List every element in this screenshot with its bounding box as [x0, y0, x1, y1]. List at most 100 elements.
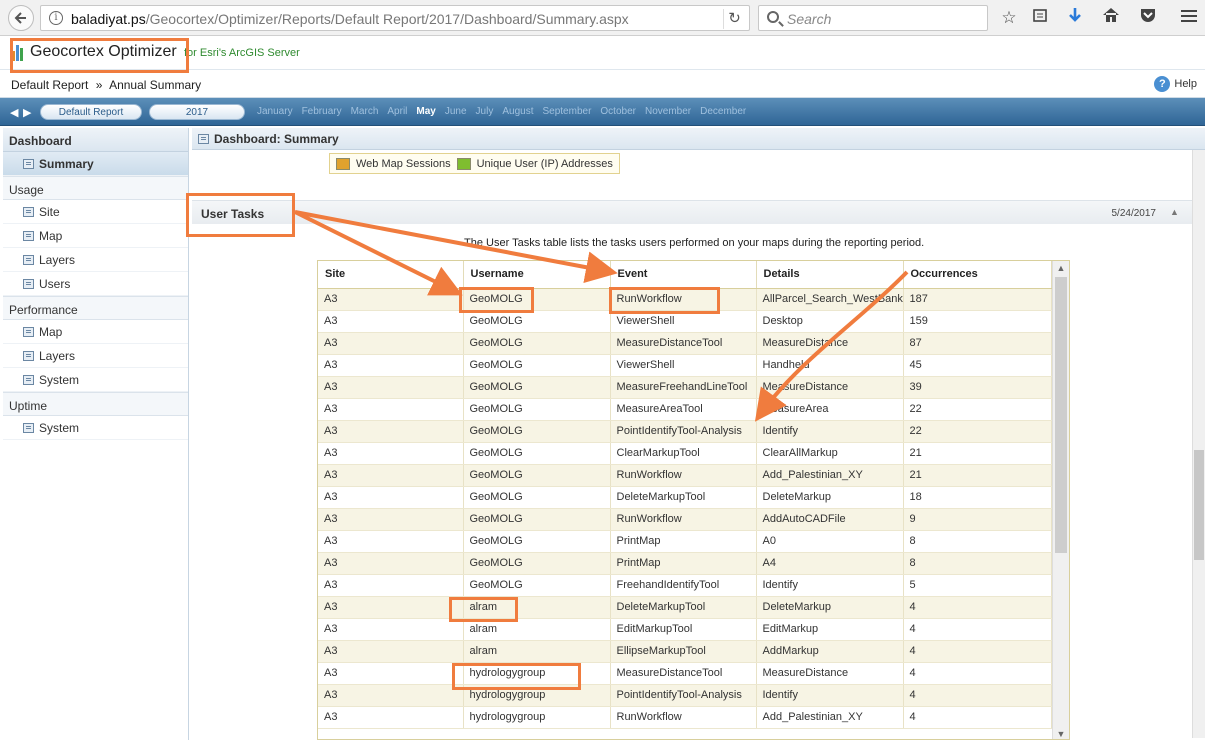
page-icon — [23, 423, 34, 433]
cell-details: MeasureDistance — [756, 662, 904, 685]
month-february[interactable]: February — [302, 106, 342, 117]
table-row: A3 alram DeleteMarkupTool DeleteMarkup 4 — [318, 596, 1052, 619]
report-selector[interactable]: Default Report — [40, 104, 142, 120]
page-icon — [23, 207, 34, 217]
cell-username: GeoMOLG — [463, 310, 611, 333]
cell-event: RunWorkflow — [610, 464, 757, 487]
sidebar-item-usage-users[interactable]: Users — [3, 272, 188, 296]
sidebar-item-usage-site[interactable]: Site — [3, 200, 188, 224]
cell-username: GeoMOLG — [463, 464, 611, 487]
address-bar[interactable]: i baladiyat.ps/Geocortex/Optimizer/Repor… — [40, 5, 750, 31]
table-row: A3 GeoMOLG ViewerShell Desktop 159 — [318, 310, 1052, 333]
cell-event: EllipseMarkupTool — [610, 640, 757, 663]
reading-list-icon[interactable] — [1029, 7, 1051, 29]
cell-details: A0 — [756, 530, 904, 553]
cell-occurrences: 9 — [903, 508, 1052, 531]
month-july[interactable]: July — [476, 106, 494, 117]
column-header-site[interactable]: Site — [318, 261, 464, 289]
cell-occurrences: 187 — [903, 288, 1052, 311]
sidebar-item-performance-system[interactable]: System — [3, 368, 188, 392]
cell-site: A3 — [318, 398, 464, 421]
bookmark-star-icon[interactable]: ☆ — [998, 7, 1020, 29]
sidebar-section-dashboard[interactable]: Dashboard — [3, 128, 188, 152]
month-march[interactable]: March — [351, 106, 379, 117]
back-button[interactable] — [8, 5, 34, 31]
collapse-icon[interactable]: ▲ — [1170, 207, 1180, 217]
month-june[interactable]: June — [445, 106, 467, 117]
sidebar-item-usage-layers[interactable]: Layers — [3, 248, 188, 272]
sidebar-item-label: Summary — [39, 157, 94, 171]
table-scrollbar[interactable]: ▲ ▼ — [1052, 261, 1069, 739]
page-scrollbar[interactable] — [1192, 150, 1205, 738]
month-october[interactable]: October — [600, 106, 636, 117]
breadcrumb-report[interactable]: Default Report — [11, 78, 88, 92]
page-icon — [23, 327, 34, 337]
month-april[interactable]: April — [387, 106, 407, 117]
sidebar-item-dashboard-summary[interactable]: Summary — [3, 152, 188, 176]
month-november[interactable]: November — [645, 106, 691, 117]
cell-occurrences: 21 — [903, 442, 1052, 465]
screen: i baladiyat.ps/Geocortex/Optimizer/Repor… — [0, 0, 1205, 740]
prev-arrow-icon[interactable]: ◀ — [10, 106, 18, 119]
sidebar-item-performance-layers[interactable]: Layers — [3, 344, 188, 368]
month-december[interactable]: December — [700, 106, 746, 117]
main-content: Web Map Sessions Unique User (IP) Address… — [192, 150, 1192, 740]
info-icon[interactable]: i — [49, 11, 63, 25]
year-selector[interactable]: 2017 — [149, 104, 245, 120]
table-row: A3 alram EllipseMarkupTool AddMarkup 4 — [318, 640, 1052, 663]
cell-occurrences: 4 — [903, 596, 1052, 619]
table-row: A3 GeoMOLG ClearMarkupTool ClearAllMarkup 21 — [318, 442, 1052, 465]
cell-site: A3 — [318, 684, 464, 707]
home-icon[interactable] — [1100, 7, 1122, 29]
help-link[interactable]: ? Help — [1154, 76, 1197, 92]
section-title: User Tasks — [201, 207, 265, 221]
page-scroll-thumb[interactable] — [1194, 450, 1204, 560]
pocket-icon[interactable] — [1137, 7, 1159, 29]
table-row: A3 hydrologygroup PointIdentifyTool-Analys… — [318, 684, 1052, 707]
sidebar-item-usage-map[interactable]: Map — [3, 224, 188, 248]
cell-details: Handheld — [756, 354, 904, 377]
sidebar-item-performance-map[interactable]: Map — [3, 320, 188, 344]
page-icon — [23, 375, 34, 385]
cell-details: Desktop — [756, 310, 904, 333]
reload-icon[interactable]: ↻ — [723, 9, 745, 29]
user-tasks-section-header[interactable]: User Tasks 5/24/2017 ▲ — [192, 200, 1192, 224]
help-label: Help — [1174, 78, 1197, 90]
cell-event: ClearMarkupTool — [610, 442, 757, 465]
cell-site: A3 — [318, 530, 464, 553]
cell-username: GeoMOLG — [463, 420, 611, 443]
column-header-event[interactable]: Event — [610, 261, 757, 289]
cell-username: hydrologygroup — [463, 684, 611, 707]
browser-search-input[interactable]: Search — [758, 5, 988, 31]
menu-icon[interactable] — [1178, 7, 1200, 29]
cell-occurrences: 5 — [903, 574, 1052, 597]
column-header-username[interactable]: Username — [463, 261, 611, 289]
cell-event: MeasureDistanceTool — [610, 662, 757, 685]
month-may[interactable]: May — [416, 106, 435, 117]
page-icon — [23, 279, 34, 289]
month-august[interactable]: August — [502, 106, 533, 117]
help-icon: ? — [1154, 76, 1171, 92]
month-september[interactable]: September — [542, 106, 591, 117]
month-january[interactable]: January — [257, 106, 293, 117]
section-description: The User Tasks table lists the tasks use… — [464, 237, 925, 249]
cell-site: A3 — [318, 288, 464, 311]
scroll-down-icon[interactable]: ▼ — [1053, 727, 1069, 739]
sidebar-section-performance[interactable]: Performance — [3, 296, 188, 320]
cell-username: alram — [463, 596, 611, 619]
sidebar-section-uptime[interactable]: Uptime — [3, 392, 188, 416]
sidebar-item-uptime-system[interactable]: System — [3, 416, 188, 440]
cell-event: PointIdentifyTool-Analysis — [610, 684, 757, 707]
breadcrumb-separator: » — [95, 78, 103, 92]
column-header-occurrences[interactable]: Occurrences — [903, 261, 1052, 289]
scroll-up-icon[interactable]: ▲ — [1053, 261, 1069, 275]
cell-occurrences: 87 — [903, 332, 1052, 355]
legend-label: Web Map Sessions — [356, 157, 451, 170]
table-header-row: Site Username Event Details Occurrences — [318, 261, 1052, 289]
next-arrow-icon[interactable]: ▶ — [23, 106, 31, 119]
download-icon[interactable] — [1064, 7, 1086, 29]
column-header-details[interactable]: Details — [756, 261, 904, 289]
sidebar-section-usage[interactable]: Usage — [3, 176, 188, 200]
table-scroll-thumb[interactable] — [1055, 277, 1067, 553]
search-icon — [767, 11, 779, 23]
